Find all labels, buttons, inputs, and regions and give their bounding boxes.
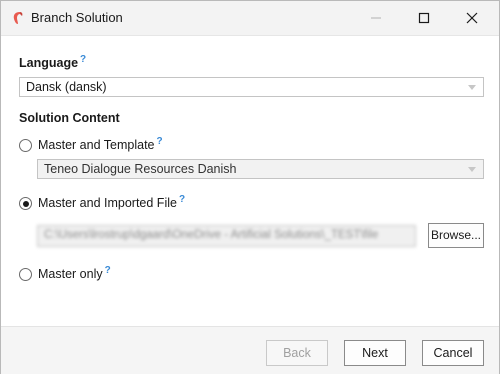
- radio-button[interactable]: [19, 139, 32, 152]
- language-heading: Language?: [19, 54, 86, 70]
- radio-label: Master and Template: [38, 138, 155, 152]
- radio-button-checked[interactable]: [19, 197, 32, 210]
- minimize-button[interactable]: [353, 1, 399, 35]
- close-icon: [466, 12, 478, 24]
- maximize-icon: [418, 12, 430, 24]
- solution-content-heading: Solution Content: [19, 111, 120, 125]
- master-only-help-icon[interactable]: ?: [105, 265, 111, 276]
- file-path-field[interactable]: C:\Users\lrostrup\dgaard\OneDrive - Arti…: [37, 225, 416, 247]
- language-selected-value: Dansk (dansk): [26, 80, 107, 94]
- template-help-icon[interactable]: ?: [157, 136, 163, 147]
- radio-label: Master and Imported File: [38, 196, 177, 210]
- template-select: Teneo Dialogue Resources Danish: [37, 159, 484, 179]
- title-bar: Branch Solution: [1, 1, 499, 36]
- branch-solution-dialog: Branch Solution Language? Dansk (dansk) …: [0, 0, 500, 374]
- chevron-down-icon: [468, 85, 476, 90]
- chevron-down-icon: [468, 167, 476, 172]
- language-help-icon[interactable]: ?: [80, 54, 86, 65]
- browse-button[interactable]: Browse...: [428, 223, 484, 248]
- language-select[interactable]: Dansk (dansk): [19, 77, 484, 97]
- maximize-button[interactable]: [401, 1, 447, 35]
- minimize-icon: [371, 17, 381, 19]
- next-button[interactable]: Next: [344, 340, 406, 366]
- close-button[interactable]: [449, 1, 495, 35]
- window-title: Branch Solution: [31, 10, 123, 25]
- radio-button[interactable]: [19, 268, 32, 281]
- imported-file-help-icon[interactable]: ?: [179, 194, 185, 205]
- cancel-button[interactable]: Cancel: [422, 340, 484, 366]
- template-selected-value: Teneo Dialogue Resources Danish: [44, 162, 237, 176]
- radio-label: Master only: [38, 267, 103, 281]
- language-label: Language: [19, 56, 79, 70]
- back-button[interactable]: Back: [266, 340, 328, 366]
- teneo-app-icon: [11, 10, 25, 26]
